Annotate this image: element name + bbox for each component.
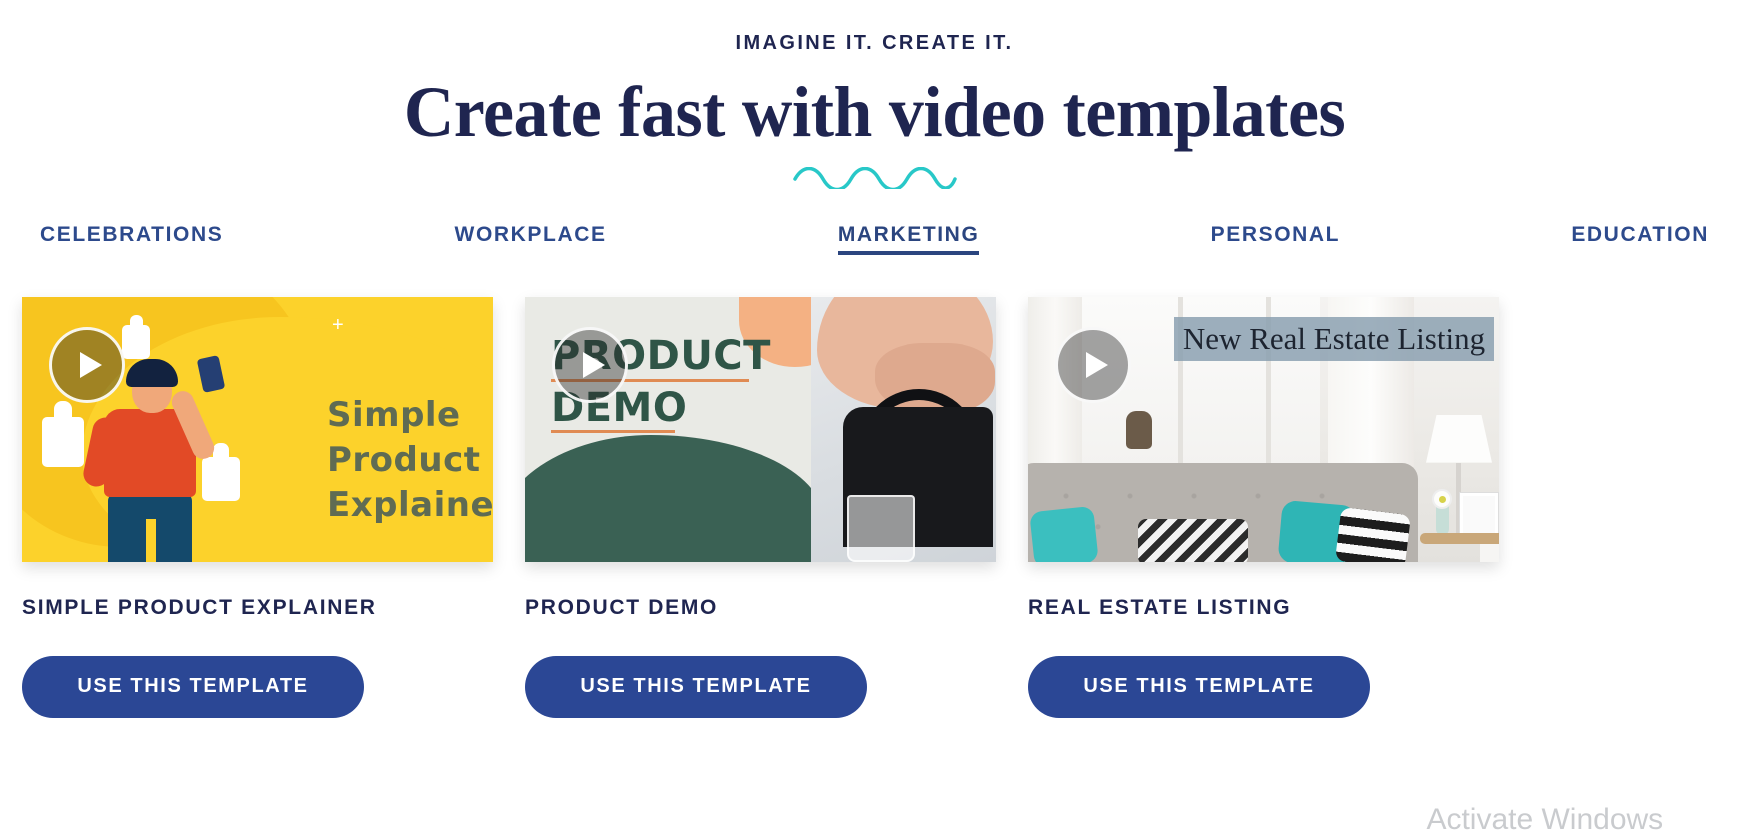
page-root: IMAGINE IT. CREATE IT. Create fast with … — [0, 32, 1749, 835]
template-thumbnail-real-estate-listing[interactable]: New Real Estate Listing — [1028, 296, 1499, 562]
template-title: REAL ESTATE LISTING — [1028, 595, 1292, 619]
photo-picture-frame — [1460, 492, 1498, 537]
tab-personal[interactable]: PERSONAL — [1211, 223, 1340, 257]
section-divider — [0, 166, 1749, 189]
watermark-line-1: Activate Windows — [1426, 803, 1664, 835]
thumbs-up-icon — [42, 416, 84, 467]
thumbs-up-icon — [213, 442, 229, 463]
photo-pillow — [1138, 518, 1248, 562]
template-card: New Real Estate Listing REAL ESTATE LIST… — [1028, 296, 1499, 718]
photo-lamp — [1426, 414, 1492, 463]
tab-label: EDUCATION — [1571, 222, 1709, 246]
thumbnail-banner: New Real Estate Listing — [1174, 316, 1494, 361]
eyebrow-text: IMAGINE IT. CREATE IT. — [735, 32, 1014, 54]
photo-glass — [847, 494, 915, 562]
illustration-legs-gap — [146, 518, 156, 562]
page-title: Create fast with video templates — [403, 72, 1346, 152]
photo-cat — [1126, 410, 1152, 449]
active-tab-underline — [837, 250, 980, 255]
template-thumbnail-product-demo[interactable]: PRODUCT DEMO — [525, 296, 996, 562]
tab-workplace[interactable]: WORKPLACE — [455, 223, 607, 257]
windows-activation-watermark: Activate Windows Go to Settings to activ… — [1411, 801, 1679, 835]
use-this-template-button[interactable]: USE THIS TEMPLATE — [1028, 655, 1370, 718]
play-icon[interactable] — [49, 326, 125, 403]
thumbnail-banner-text: New Real Estate Listing — [1182, 320, 1486, 356]
photo-side-table — [1420, 532, 1499, 544]
template-card: + Simple Product Explainer SIMPLE PRODUC… — [22, 296, 493, 718]
template-thumbnail-simple-product-explainer[interactable]: + Simple Product Explainer — [22, 296, 493, 562]
play-icon[interactable] — [1055, 326, 1131, 403]
photo-flower — [1439, 495, 1446, 503]
tab-label: MARKETING — [837, 222, 980, 246]
tab-education[interactable]: EDUCATION — [1571, 223, 1709, 257]
thumbnail-text-line: Simple — [327, 394, 461, 435]
thumbnail-rule — [551, 429, 675, 433]
wave-squiggle-icon — [792, 166, 957, 189]
photo-pillow — [1029, 505, 1099, 562]
template-title: SIMPLE PRODUCT EXPLAINER — [22, 595, 377, 619]
thumbs-up-icon — [130, 314, 143, 331]
play-icon[interactable] — [552, 326, 628, 403]
thumbnail-photo-coffee-machine — [811, 296, 996, 562]
tab-label: CELEBRATIONS — [40, 222, 224, 246]
photo-pillow — [1334, 506, 1412, 562]
tab-celebrations[interactable]: CELEBRATIONS — [40, 223, 223, 257]
thumbs-up-icon — [202, 456, 240, 501]
template-card: PRODUCT DEMO PRODUCT DEMO USE THIS TEMPL… — [525, 296, 996, 718]
use-this-template-button[interactable]: USE THIS TEMPLATE — [525, 655, 867, 718]
template-title: PRODUCT DEMO — [525, 595, 719, 619]
tab-label: WORKPLACE — [454, 222, 607, 246]
tab-marketing[interactable]: MARKETING — [837, 222, 980, 257]
sparkle-icon: + — [332, 313, 344, 336]
thumbs-up-icon — [54, 400, 72, 423]
tab-label: PERSONAL — [1210, 222, 1341, 246]
thumbnail-text-line: Explainer — [327, 484, 493, 525]
use-this-template-button[interactable]: USE THIS TEMPLATE — [22, 655, 364, 718]
category-tabs: CELEBRATIONS WORKPLACE MARKETING PERSONA… — [0, 223, 1749, 257]
thumbnail-text-line: Product — [327, 439, 481, 480]
template-card-grid: + Simple Product Explainer SIMPLE PRODUC… — [0, 296, 1749, 718]
